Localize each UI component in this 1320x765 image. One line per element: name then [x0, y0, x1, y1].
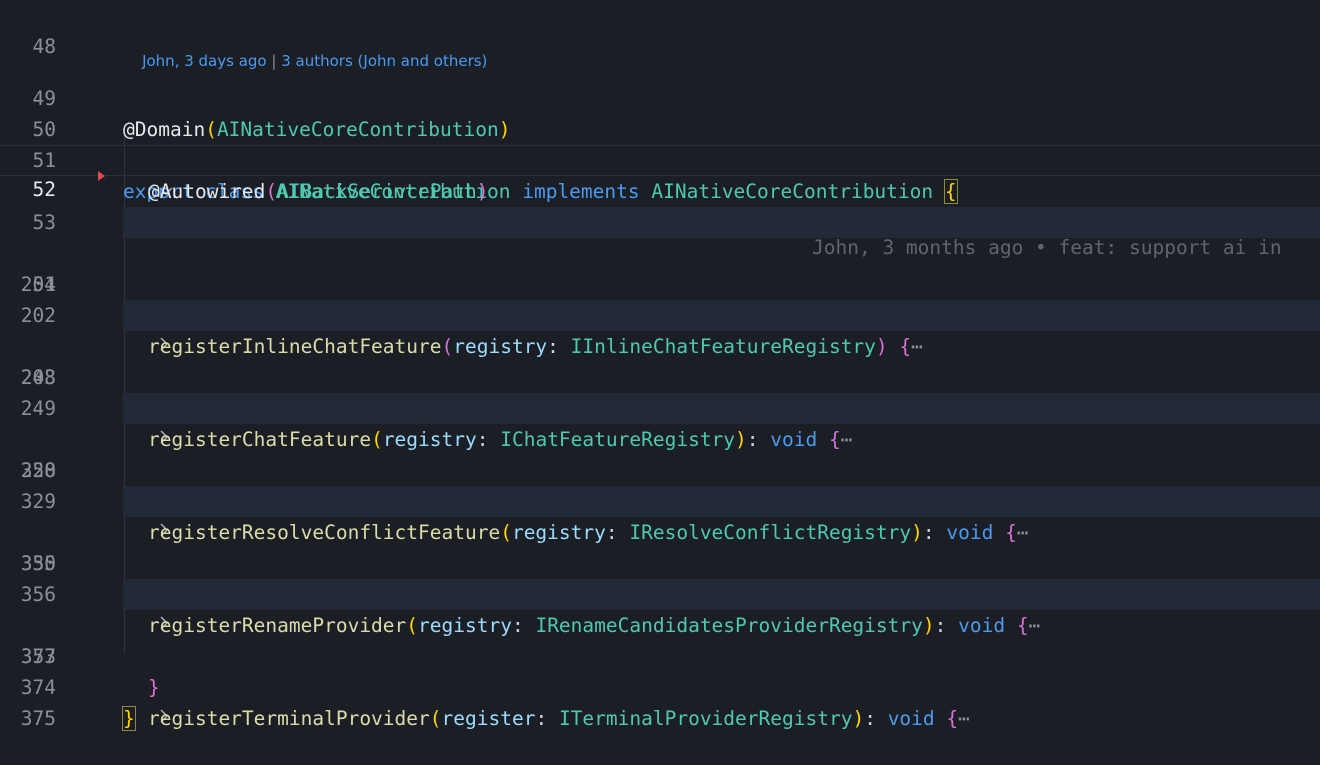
code-line[interactable]: 248 } — [0, 331, 1320, 420]
return-type: void — [887, 707, 935, 730]
bracket: ) — [852, 707, 865, 730]
bracket: ( — [429, 707, 442, 730]
code-line[interactable]: 249 — [0, 362, 1320, 420]
colon: : — [864, 707, 876, 730]
colon: : — [535, 707, 548, 730]
folded-highlight — [123, 486, 1320, 517]
type-name: ITerminalProviderRegistry — [558, 707, 853, 730]
code-line[interactable]: 51 @Autowired(AIBackSerivcePath) — [0, 114, 1320, 203]
bracket-match: } — [122, 706, 136, 731]
code-line[interactable]: 355 } — [0, 517, 1320, 606]
code-line[interactable]: 48 — [0, 0, 1320, 58]
code-line-folded[interactable]: 330 registerRenameProvider(registry: IRe… — [0, 486, 1320, 637]
breakpoint-marker-icon[interactable] — [98, 171, 105, 181]
code-line[interactable]: 373 } — [0, 610, 1320, 699]
bracket: { — [946, 707, 959, 730]
code-line[interactable]: 356 — [0, 548, 1320, 606]
folded-highlight — [123, 393, 1320, 424]
code-line-folded[interactable]: 250 registerResolveConflictFeature(regis… — [0, 393, 1320, 544]
code-line[interactable]: 374 } — [0, 641, 1320, 731]
code-line[interactable]: 329 — [0, 455, 1320, 513]
code-line[interactable]: 53 — [0, 176, 1320, 234]
code-line-folded[interactable]: 54 registerInlineChatFeature(registry: I… — [0, 207, 1320, 358]
code-text: registerTerminalProvider(register: ITerm… — [148, 703, 970, 734]
code-line-folded[interactable]: 203 registerChatFeature(registry: IChatF… — [0, 300, 1320, 451]
code-editor[interactable]: 48 John, 3 days ago | 3 authors (John an… — [0, 0, 1320, 731]
line-number: 375 — [20, 707, 56, 730]
method-name: registerTerminalProvider — [148, 707, 430, 730]
code-line[interactable]: 201 } — [0, 238, 1320, 327]
code-line[interactable]: 202 — [0, 269, 1320, 327]
code-text: } — [122, 703, 136, 734]
code-line[interactable]: 375 — [0, 672, 1320, 730]
code-line[interactable]: 328 } — [0, 424, 1320, 513]
folded-highlight — [123, 207, 1320, 238]
folded-ellipsis[interactable]: ⋯ — [958, 707, 970, 730]
folded-highlight — [123, 579, 1320, 610]
codelens-blame: John, 3 days ago | 3 authors (John and o… — [123, 28, 487, 70]
code-line[interactable]: 49 @Domain(AINativeCoreContribution) — [0, 52, 1320, 141]
code-line-folded[interactable]: 357 registerTerminalProvider(register: I… — [0, 579, 1320, 730]
code-line-current[interactable]: 52 private readonly aiBackService: IAIBa… — [0, 145, 1320, 259]
code-line[interactable]: 50 export class AINativeContribution imp… — [0, 83, 1320, 204]
parameter: register — [441, 707, 536, 730]
folded-highlight — [123, 300, 1320, 331]
